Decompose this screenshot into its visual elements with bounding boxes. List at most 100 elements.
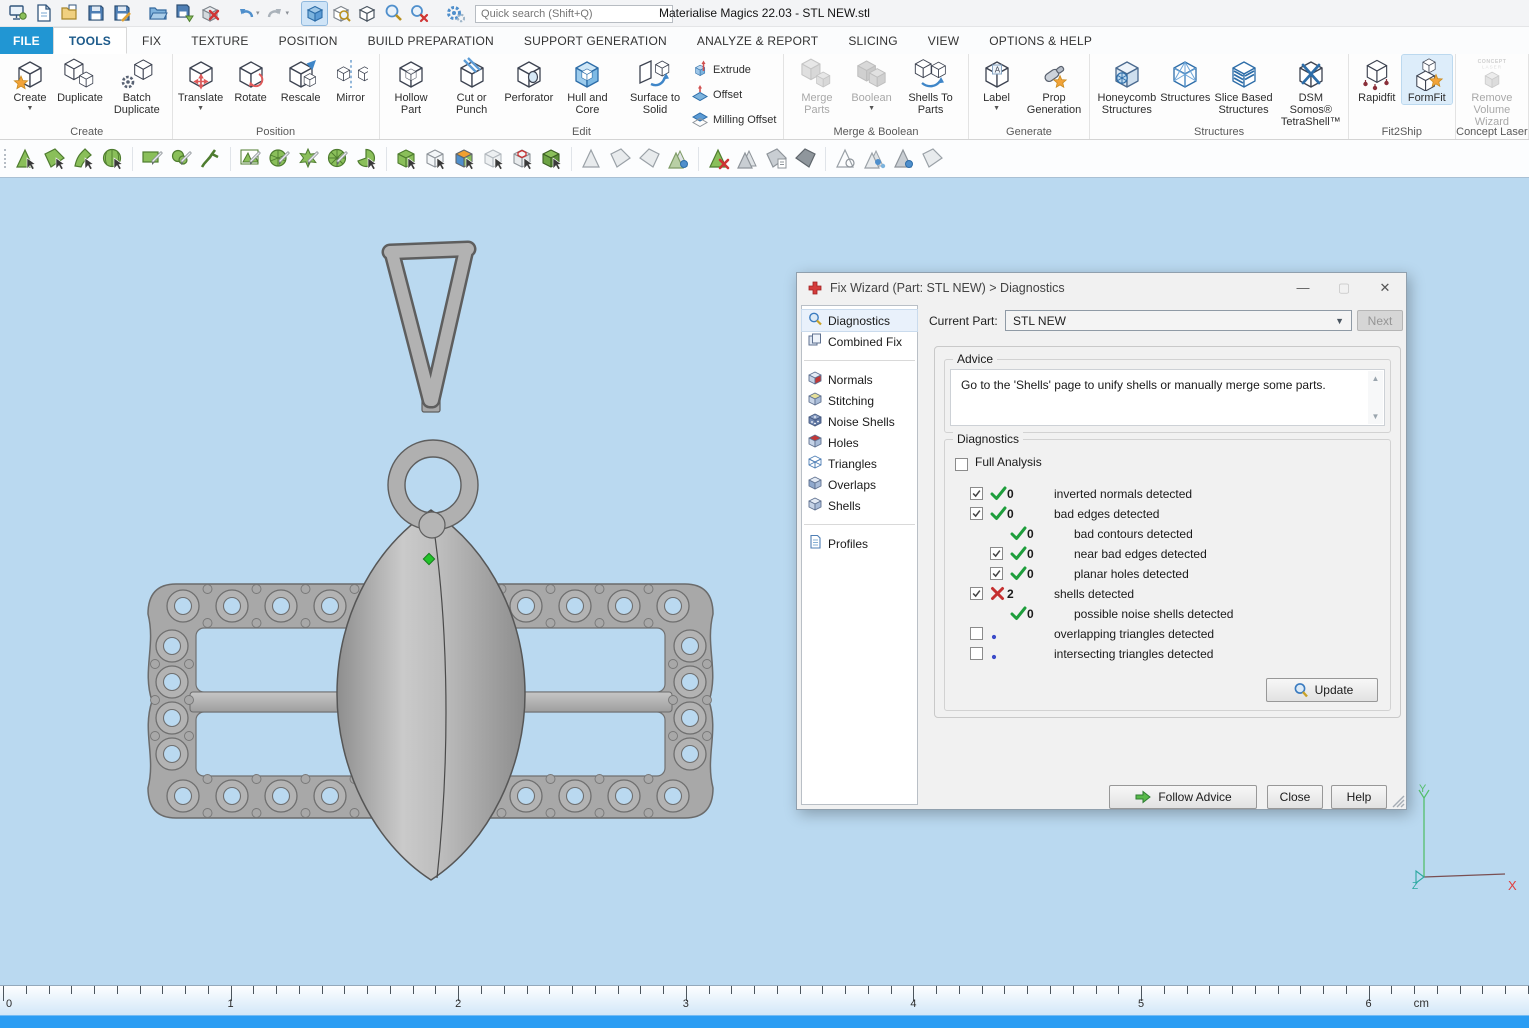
create-dropdown-caret[interactable]: ▼ (27, 105, 34, 113)
sidebar-item-combined-fix[interactable]: Combined Fix (802, 331, 917, 352)
plane-tool-ghost-icon[interactable] (607, 145, 635, 173)
window-mark-brush-icon[interactable] (266, 145, 294, 173)
dialog-maximize-button[interactable]: ▢ (1327, 275, 1361, 301)
select-through-cube-icon[interactable] (393, 145, 421, 173)
tab-position[interactable]: POSITION (264, 27, 353, 54)
sidebar-item-holes[interactable]: Holes (802, 432, 917, 453)
load-part-icon[interactable] (57, 2, 82, 25)
ribbon-button-rapidfit[interactable]: Rapidfit (1352, 55, 1402, 104)
zoom-part-icon[interactable] (328, 2, 353, 25)
load-project-icon[interactable] (145, 2, 170, 25)
triangle-tool-ghost-icon[interactable] (578, 145, 606, 173)
ribbon-button-surface-to-solid[interactable]: Surface to Solid (621, 55, 689, 116)
copy-marked-icon[interactable] (763, 145, 791, 173)
resize-grip[interactable] (1391, 794, 1405, 808)
select-shells-icon[interactable] (99, 145, 127, 173)
settings-gear-icon[interactable] (442, 2, 467, 25)
ribbon-button-honeycomb-structures[interactable]: Honeycomb Structures (1093, 55, 1160, 116)
triangles-fill-drop-icon[interactable] (665, 145, 693, 173)
ribbon-button-mirror[interactable]: Mirror (326, 55, 376, 104)
select-planes-icon[interactable] (41, 145, 69, 173)
label-dropdown-caret[interactable]: ▼ (993, 105, 1000, 113)
update-button[interactable]: Update (1266, 678, 1378, 702)
sidebar-item-stitching[interactable]: Stitching (802, 390, 917, 411)
close-button[interactable]: Close (1267, 785, 1323, 809)
ribbon-button-hull-and-core[interactable]: Hull and Core (554, 55, 621, 116)
sidebar-item-overlaps[interactable]: Overlaps (802, 474, 917, 495)
horizontal-scrollbar[interactable] (0, 1015, 1529, 1028)
ribbon-button-hollow-part[interactable]: Hollow Part (383, 55, 440, 116)
ribbon-button-create[interactable]: Create▼ (5, 55, 55, 113)
translate-dropdown-caret[interactable]: ▼ (197, 105, 204, 113)
ribbon-button-rotate[interactable]: Rotate (226, 55, 276, 104)
ribbon-button-translate[interactable]: Translate▼ (176, 55, 226, 113)
ribbon-button-label[interactable]: A Label▼ (972, 55, 1022, 113)
new-document-icon[interactable] (31, 2, 56, 25)
diagnostic-checkbox[interactable] (990, 547, 1003, 560)
mark-circle-icon[interactable] (324, 145, 352, 173)
ribbon-button-prop-generation[interactable]: Prop Generation (1022, 55, 1087, 116)
sidebar-item-triangles[interactable]: Triangles (802, 453, 917, 474)
diagnostic-checkbox[interactable] (990, 567, 1003, 580)
ribbon-button-dsm-somos-tetrashell[interactable]: DSM Somos® TetraShell™ (1277, 55, 1345, 128)
select-triangles-icon[interactable] (12, 145, 40, 173)
tab-view[interactable]: VIEW (913, 27, 974, 54)
tab-slicing[interactable]: SLICING (833, 27, 912, 54)
save-part-icon[interactable] (83, 2, 108, 25)
app-home-icon[interactable] (5, 2, 30, 25)
quick-search-input[interactable] (475, 5, 673, 23)
save-part-as-icon[interactable] (109, 2, 134, 25)
diagnostic-checkbox[interactable] (970, 627, 983, 640)
select-shell-cube-icon[interactable] (538, 145, 566, 173)
plane-outline-tool-icon[interactable] (919, 145, 947, 173)
scroll-down-icon[interactable]: ▼ (1372, 412, 1380, 421)
undo-icon[interactable] (233, 2, 258, 25)
ribbon-button-remove-volume-wizard[interactable]: CONCEPTLASER Remove Volume Wizard (1459, 55, 1525, 128)
diagnostic-checkbox[interactable] (970, 647, 983, 660)
diagnostic-checkbox[interactable] (970, 487, 983, 500)
plane-tool-flip-icon[interactable] (636, 145, 664, 173)
ribbon-button-rescale[interactable]: Rescale (276, 55, 326, 104)
zoom-in-icon[interactable] (380, 2, 405, 25)
dialog-close-icon[interactable]: ✕ (1368, 275, 1402, 301)
ribbon-button-batch-duplicate[interactable]: Batch Duplicate (105, 55, 169, 116)
ribbon-button-perforator[interactable]: Perforator (504, 55, 554, 104)
shade-marked-icon[interactable] (792, 145, 820, 173)
tab-tools[interactable]: TOOLS (53, 27, 127, 54)
delete-marked-icon[interactable] (705, 145, 733, 173)
ribbon-button-formfit[interactable]: FormFit (1402, 55, 1452, 104)
window-mark-triangles-icon[interactable] (237, 145, 265, 173)
mark-brush-icon[interactable] (168, 145, 196, 173)
dialog-minimize-button[interactable]: — (1286, 275, 1320, 301)
smooth-tool-icon[interactable] (832, 145, 860, 173)
undo-icon-dropdown[interactable]: ▾ (256, 9, 260, 17)
tab-options-help[interactable]: OPTIONS & HELP (974, 27, 1107, 54)
redo-icon-dropdown[interactable]: ▾ (286, 9, 290, 17)
paint-drops-tool-icon[interactable] (861, 145, 889, 173)
ribbon-button-slice-based-structures[interactable]: Slice Based Structures (1210, 55, 1277, 116)
viewport-3d[interactable]: Y X Z Fix Wizard (Part: STL NEW) > Diagn… (0, 178, 1529, 985)
sidebar-item-profiles[interactable]: Profiles (802, 533, 917, 554)
tab-build-preparation[interactable]: BUILD PREPARATION (353, 27, 509, 54)
unzoom-icon[interactable] (406, 2, 431, 25)
sidebar-item-shells[interactable]: Shells (802, 495, 917, 516)
full-analysis-checkbox[interactable] (955, 458, 968, 471)
ribbon-button-structures[interactable]: Structures (1160, 55, 1210, 104)
deselect-cube-icon[interactable] (480, 145, 508, 173)
select-surfaces-icon[interactable] (70, 145, 98, 173)
mark-contour-icon[interactable] (197, 145, 225, 173)
paint-drop-tool-icon[interactable] (890, 145, 918, 173)
view-cube-icon[interactable] (354, 2, 379, 25)
ribbon-button-boolean[interactable]: Boolean▼ (847, 55, 897, 113)
select-colored-cube-icon[interactable] (451, 145, 479, 173)
ribbon-button-shells-to-parts[interactable]: Shells To Parts (897, 55, 965, 116)
advice-scrollbar[interactable]: ▲ ▼ (1368, 371, 1383, 424)
sidebar-item-diagnostics[interactable]: Diagnostics (802, 310, 917, 331)
invert-marked-icon[interactable] (734, 145, 762, 173)
follow-advice-button[interactable]: Follow Advice (1109, 785, 1257, 809)
next-button[interactable]: Next (1357, 310, 1403, 331)
sidebar-item-noise-shells[interactable]: Noise Shells (802, 411, 917, 432)
select-visible-cube-icon[interactable] (422, 145, 450, 173)
redo-icon[interactable] (263, 2, 288, 25)
tab-fix[interactable]: FIX (127, 27, 176, 54)
